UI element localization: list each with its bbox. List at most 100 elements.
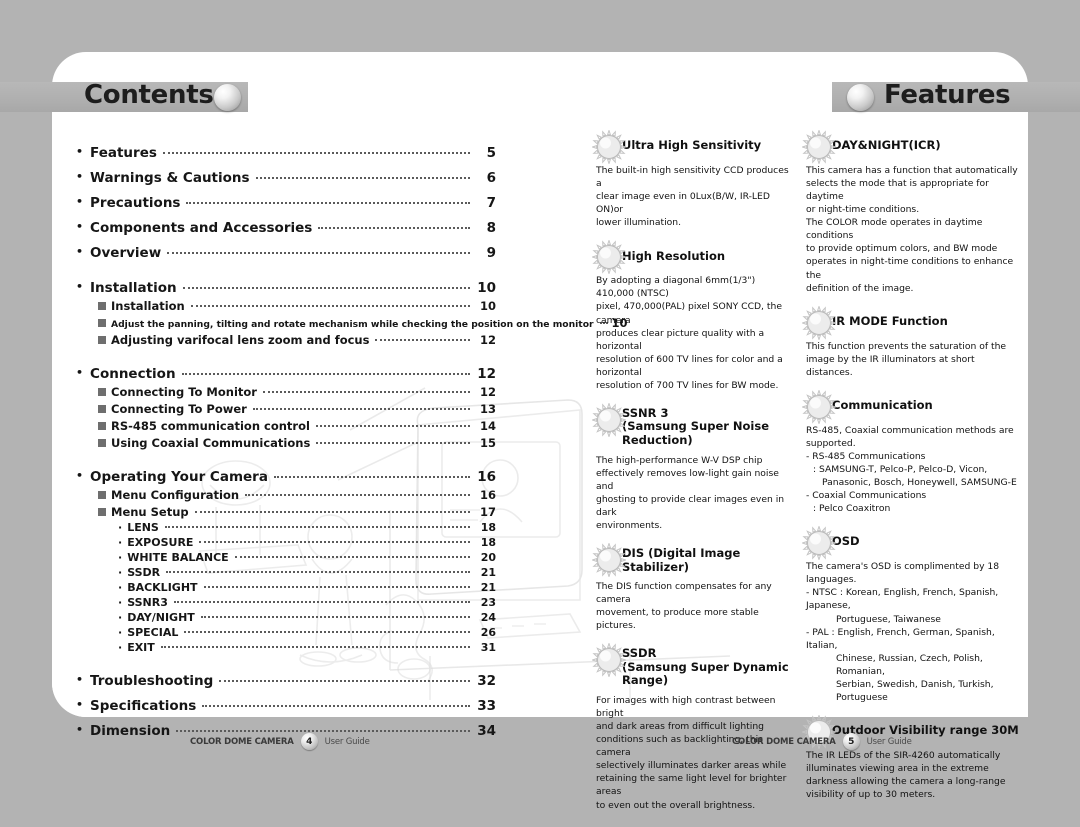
toc-entry-label: SPECIAL <box>127 626 179 639</box>
feature-body-line: visibility of up to 30 meters. <box>806 789 936 801</box>
toc-entry-page-number: 13 <box>479 402 496 416</box>
feature-heading: IR MODE Function <box>802 305 1021 340</box>
toc-entry[interactable]: Menu Setup 17 <box>76 505 496 519</box>
toc-entry-page-number: 12 <box>479 385 496 399</box>
toc-entry[interactable]: • Warnings & Cautions 6 <box>76 170 496 186</box>
toc-entry[interactable]: Installation 10 <box>76 299 496 313</box>
feature-body-line: darkness allowing the camera a long-rang… <box>806 776 1006 788</box>
feature-heading-line1: SSDR <box>622 646 657 661</box>
toc-leader-dots <box>273 470 470 478</box>
toc-entry-page-number: 18 <box>480 536 496 549</box>
toc-leader-dots <box>199 535 470 543</box>
toc-entry[interactable]: • Specifications 33 <box>76 698 496 714</box>
feature-body-line: or night-time conditions. <box>806 204 920 216</box>
toc-leader-dots <box>186 196 470 204</box>
feature-heading: High Resolution <box>592 240 796 275</box>
toc-entry-label: Installation <box>90 280 177 296</box>
feature-body-line: Portuguese, Taiwanese <box>836 613 941 625</box>
toc-entry[interactable]: Using Coaxial Communications 15 <box>76 436 496 450</box>
toc-leader-dots <box>202 699 470 707</box>
toc-entry-label: Connection <box>90 366 176 382</box>
toc-entry[interactable]: • Troubleshooting 32 <box>76 673 496 689</box>
footer-brand: COLOR DOME CAMERA <box>732 736 836 747</box>
toc-entry[interactable]: · LENS 18 <box>76 521 496 534</box>
toc-entry[interactable]: • Connection 12 <box>76 366 496 382</box>
feature-block: Communication RS-485, Coaxial communicati… <box>802 389 1021 515</box>
toc-entry[interactable]: Connecting To Power 13 <box>76 402 496 416</box>
toc-middot-icon: · <box>118 536 123 549</box>
feature-body: This function prevents the saturation of… <box>806 340 1021 379</box>
toc-bullet-icon: • <box>76 723 84 736</box>
toc-entry[interactable]: Menu Configuration 16 <box>76 488 496 502</box>
sunburst-icon <box>592 542 626 577</box>
feature-body-line: supported. <box>806 437 856 449</box>
feature-body-line: to provide optimum colors, and BW mode <box>806 243 998 255</box>
toc-entry-page-number: 32 <box>477 673 496 689</box>
toc-entry[interactable]: Connecting To Monitor 12 <box>76 385 496 399</box>
toc-entry-page-number: 21 <box>480 566 496 579</box>
toc-entry-page-number: 16 <box>479 488 496 502</box>
feature-body-line: The high-performance W-V DSP chip <box>596 454 763 466</box>
toc-entry-page-number: 31 <box>480 641 496 654</box>
toc-entry[interactable]: • Features 5 <box>76 145 496 161</box>
toc-entry[interactable]: • Installation 10 <box>76 280 496 296</box>
feature-heading-text: OSD <box>832 535 860 549</box>
toc-square-icon <box>98 405 106 413</box>
features-column-right: DAY&NIGHT(ICR) This camera has a function… <box>802 130 1021 816</box>
toc-entry-page-number: 26 <box>480 626 496 639</box>
toc-entry-label: Using Coaxial Communications <box>111 436 311 450</box>
toc-entry[interactable]: · EXPOSURE 18 <box>76 536 496 549</box>
toc-bullet-icon: • <box>76 245 84 258</box>
feature-heading-line1: Ultra High Sensitivity <box>622 138 762 153</box>
toc-entry-label: Operating Your Camera <box>90 469 268 485</box>
toc-spacer <box>76 347 496 357</box>
toc-leader-dots <box>162 146 470 154</box>
footer-suffix: User Guide <box>866 736 912 747</box>
toc-entry[interactable]: · SSNR3 23 <box>76 596 496 609</box>
toc-entry[interactable]: · SPECIAL 26 <box>76 626 496 639</box>
toc-entry-label: RS-485 communication control <box>111 419 310 433</box>
toc-entry-page-number: 10 <box>477 280 496 296</box>
toc-entry[interactable]: · BACKLIGHT 21 <box>76 581 496 594</box>
feature-body-line: and dark areas from difficult lighting <box>596 721 764 733</box>
sunburst-icon <box>802 526 836 561</box>
toc-entry[interactable]: Adjusting varifocal lens zoom and focus 1… <box>76 333 496 347</box>
feature-heading: Communication <box>802 389 1021 424</box>
toc-entry[interactable]: · SSDR 21 <box>76 566 496 579</box>
toc-leader-dots <box>219 674 470 682</box>
toc-bullet-icon: • <box>76 366 84 379</box>
toc-entry[interactable]: Adjust the panning, tilting and rotate m… <box>76 316 628 330</box>
toc-spacer <box>76 450 496 460</box>
table-of-contents: • Features 5 • Warnings & Cautions 6 • Precauti… <box>76 136 628 739</box>
feature-body-line: illuminates viewing area in the extreme <box>806 763 989 774</box>
toc-entry[interactable]: • Precautions 7 <box>76 195 496 211</box>
toc-entry[interactable]: RS-485 communication control 14 <box>76 419 496 433</box>
footer-brand: COLOR DOME CAMERA <box>190 736 294 747</box>
toc-leader-dots <box>255 171 470 179</box>
toc-entry[interactable]: · EXIT 31 <box>76 641 496 654</box>
feature-heading-text: Communication <box>832 398 933 413</box>
feature-heading-text: SSNR 3 (Samsung Super Noise Reduction) <box>622 406 796 448</box>
toc-entry-label: DAY/NIGHT <box>127 611 195 624</box>
toc-entry-label: LENS <box>127 521 159 534</box>
toc-leader-dots <box>164 520 470 528</box>
feature-body-line: The IR LEDs of the SIR-4260 automaticall… <box>806 749 1001 761</box>
footer-left-page: COLOR DOME CAMERA 4 User Guide <box>190 733 370 750</box>
toc-entry-label: Connecting To Power <box>111 402 247 416</box>
feature-body-line: operates in night-time conditions to enh… <box>806 256 1014 281</box>
feature-block: Outdoor Visibility range 30M The IR LEDs … <box>802 714 1021 801</box>
feature-heading: DIS (Digital Image Stabilizer) <box>592 542 796 577</box>
feature-body: The IR LEDs of the SIR-4260 automaticall… <box>806 749 1021 801</box>
toc-leader-dots <box>316 436 470 444</box>
toc-entry[interactable]: · WHITE BALANCE 20 <box>76 551 496 564</box>
toc-entry[interactable]: · DAY/NIGHT 24 <box>76 611 496 624</box>
toc-entry[interactable]: • Operating Your Camera 16 <box>76 469 496 485</box>
feature-body-line: pixel, 470,000(PAL) pixel SONY CCD, the … <box>596 301 782 326</box>
toc-middot-icon: · <box>118 581 123 594</box>
toc-entry[interactable]: • Components and Accessories 8 <box>76 220 496 236</box>
toc-leader-dots <box>203 580 470 588</box>
toc-spacer <box>76 654 496 664</box>
feature-body-line: Serbian, Swedish, Danish, Turkish, Portu… <box>836 678 994 703</box>
feature-body-line: clear image even in 0Lux(B/W, IR-LED ON)… <box>596 191 770 216</box>
toc-entry[interactable]: • Overview 9 <box>76 245 496 261</box>
